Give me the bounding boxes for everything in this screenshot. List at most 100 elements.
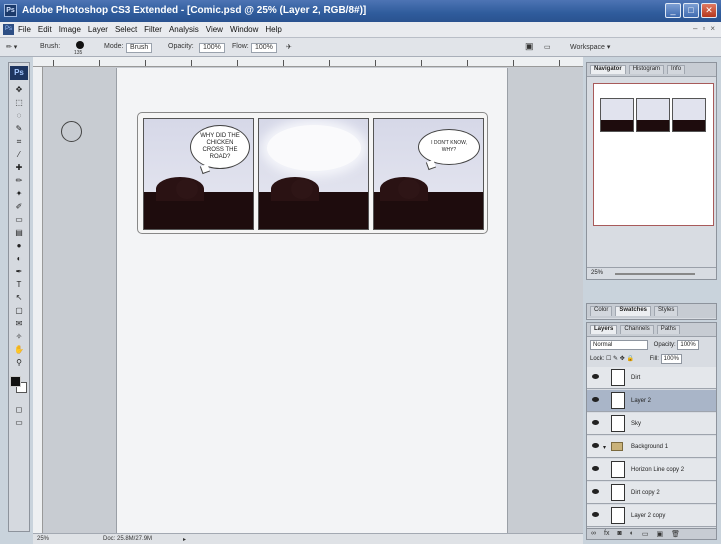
zoom-slider[interactable] [615,273,695,275]
tab-styles[interactable]: Styles [654,306,679,316]
visibility-eye-icon[interactable] [592,420,599,425]
bridge-icon[interactable]: ▭ [544,43,551,51]
layer-name[interactable]: Dirt [631,375,640,381]
menu-analysis[interactable]: Analysis [169,25,199,34]
layer-name[interactable]: Background 1 [631,444,668,450]
tab-paths[interactable]: Paths [656,325,681,334]
shape-tool-icon[interactable]: ▢ [12,305,26,316]
flow-field[interactable]: 100% [251,43,277,53]
layer-thumbnail[interactable] [611,507,625,524]
layer-name[interactable]: Dirt copy 2 [631,490,660,496]
layer-row[interactable]: Horizon Line copy 2 [587,459,716,481]
marquee-tool-icon[interactable]: ⬚ [12,97,26,108]
adjustment-icon[interactable]: ◐ [630,530,634,538]
tab-channels[interactable]: Channels [620,325,654,334]
layer-row[interactable]: Sky [587,413,716,435]
color-swatches[interactable] [10,376,28,394]
fx-icon[interactable]: fx [604,530,609,538]
comic-panel-2[interactable] [258,118,369,230]
menu-view[interactable]: View [206,25,223,34]
brush-preview-icon[interactable] [76,41,84,49]
lasso-tool-icon[interactable]: ◌ [12,110,26,121]
close-button[interactable]: ✕ [701,3,717,18]
clone-tool-icon[interactable]: ✦ [12,188,26,199]
visibility-eye-icon[interactable] [592,397,599,402]
blur-tool-icon[interactable]: ● [12,240,26,251]
crop-tool-icon[interactable]: ⌗ [12,136,26,147]
layer-row[interactable]: Dirt copy 2 [587,482,716,504]
eyedropper-3d-tool-icon[interactable]: ✧ [12,331,26,342]
mask-icon[interactable]: ◙ [617,530,621,538]
menu-filter[interactable]: Filter [144,25,162,34]
visibility-eye-icon[interactable] [592,512,599,517]
layer-name[interactable]: Sky [631,421,641,427]
visibility-eye-icon[interactable] [592,374,599,379]
dodge-tool-icon[interactable]: ◐ [12,253,26,264]
layer-row[interactable]: Layer 2 copy [587,505,716,527]
layer-thumbnail[interactable] [611,415,625,432]
brush-tool-icon[interactable]: ✏ [12,175,26,186]
tool-preset-icon[interactable]: ✏ ▾ [6,43,17,51]
expand-triangle-icon[interactable]: ▾ [603,444,606,451]
layer-thumbnail[interactable] [611,461,625,478]
history-brush-tool-icon[interactable]: ✐ [12,201,26,212]
blend-mode-select[interactable]: Normal [590,340,648,350]
fill-field[interactable]: 100% [660,354,682,364]
lock-icons[interactable]: ☐ ✎ ✥ 🔒 [606,356,634,362]
tab-histogram[interactable]: Histogram [628,65,665,74]
menu-select[interactable]: Select [115,25,137,34]
visibility-eye-icon[interactable] [592,489,599,494]
horizontal-ruler[interactable] [33,57,583,67]
gradient-tool-icon[interactable]: ▤ [12,227,26,238]
layer-name[interactable]: Layer 2 [631,398,651,404]
quick-mask-icon[interactable]: ◻ [12,404,26,415]
maximize-button[interactable]: □ [683,3,699,18]
layer-name[interactable]: Horizon Line copy 2 [631,467,684,473]
tab-navigator[interactable]: Navigator [590,65,626,74]
notes-tool-icon[interactable]: ✉ [12,318,26,329]
tab-info[interactable]: Info [667,65,686,74]
link-icon[interactable]: ∞ [591,530,596,538]
hand-tool-icon[interactable]: ✋ [12,344,26,355]
visibility-eye-icon[interactable] [592,443,599,448]
layer-thumbnail[interactable] [611,484,625,501]
zoom-tool-icon[interactable]: ⚲ [12,357,26,368]
mode-select[interactable]: Brush [126,43,153,53]
comic-panel-1[interactable]: WHY DID THE CHICKEN CROSS THE ROAD? [143,118,254,230]
tab-color[interactable]: Color [590,306,613,316]
group-icon[interactable]: ▭ [642,530,649,538]
comic-strip[interactable]: WHY DID THE CHICKEN CROSS THE ROAD? I DO… [137,112,488,234]
eraser-tool-icon[interactable]: ▭ [12,214,26,225]
comic-panel-3[interactable]: I DON'T KNOW, WHY? [373,118,484,230]
navigator-zoom[interactable]: 25% [591,270,603,276]
doc-restore-button[interactable]: ▫ [702,24,705,33]
menu-file[interactable]: File [18,25,31,34]
layer-name[interactable]: Layer 2 copy [631,513,665,519]
path-select-tool-icon[interactable]: ↖ [12,292,26,303]
menu-help[interactable]: Help [265,25,281,34]
layer-row[interactable]: Dirt [587,367,716,389]
layer-thumbnail[interactable] [611,392,625,409]
tab-swatches[interactable]: Swatches [615,306,652,316]
zoom-level[interactable]: 25% [37,536,49,542]
eyedropper-tool-icon[interactable]: ⁄ [12,149,26,160]
menu-window[interactable]: Window [230,25,258,34]
move-tool-icon[interactable]: ✥ [12,84,26,95]
status-menu-arrow-icon[interactable]: ▸ [183,536,186,543]
navigator-preview[interactable] [593,83,714,226]
ps-mini-icon[interactable]: Ps [3,24,14,35]
layer-row[interactable]: ▾ Background 1 [587,436,716,458]
screen-mode-icon[interactable]: ▭ [12,417,26,428]
healing-tool-icon[interactable]: ✚ [12,162,26,173]
minimize-button[interactable]: _ [665,3,681,18]
menu-edit[interactable]: Edit [38,25,52,34]
layer-row[interactable]: Layer 2 [587,390,716,412]
menu-image[interactable]: Image [59,25,81,34]
vertical-ruler[interactable] [33,67,43,533]
airbrush-icon[interactable]: ✈ [286,43,292,51]
new-layer-icon[interactable]: ▣ [657,530,664,538]
doc-minimize-button[interactable]: – [693,24,697,33]
tab-layers[interactable]: Layers [590,325,618,334]
photoshop-app-icon[interactable]: Ps [4,4,17,17]
layer-thumbnail[interactable] [611,369,625,386]
